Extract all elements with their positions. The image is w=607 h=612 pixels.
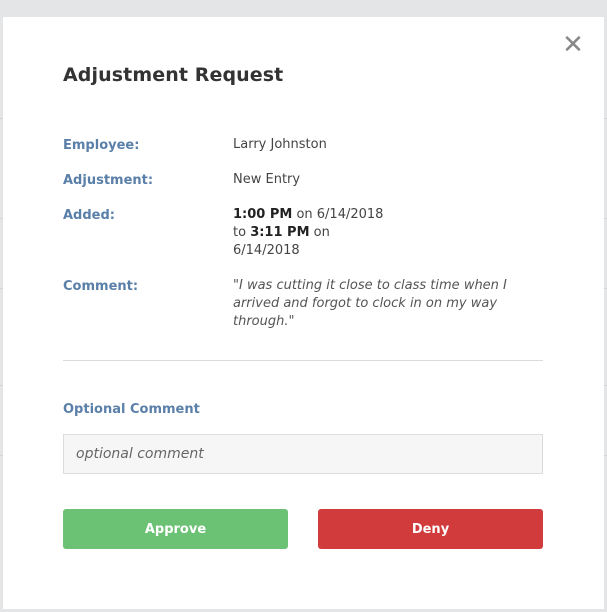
employee-value: Larry Johnston [233, 137, 327, 152]
added-start-date: on 6/14/2018 [292, 207, 384, 222]
modal-title: Adjustment Request [63, 64, 284, 86]
approve-button[interactable]: Approve [63, 509, 288, 549]
added-end-on: on [309, 225, 330, 240]
added-value: 1:00 PM on 6/14/2018 to 3:11 PM on 6/14/… [233, 206, 383, 260]
added-end-time: 3:11 PM [250, 225, 310, 240]
adjustment-value: New Entry [233, 172, 301, 187]
added-end-line: to 3:11 PM on [233, 224, 383, 242]
adjustment-label: Adjustment: [63, 173, 154, 188]
employee-label: Employee: [63, 138, 140, 153]
close-icon[interactable]: ✕ [560, 32, 586, 58]
comment-value: "I was cutting it close to class time wh… [233, 278, 507, 329]
added-label: Added: [63, 208, 115, 223]
added-end-date: 6/14/2018 [233, 243, 300, 258]
optional-comment-label: Optional Comment [63, 402, 200, 417]
added-to-prefix: to [233, 225, 251, 240]
added-start-time: 1:00 PM [233, 207, 293, 222]
optional-comment-input[interactable] [63, 434, 543, 474]
deny-button[interactable]: Deny [318, 509, 543, 549]
section-divider [63, 360, 543, 361]
comment-label: Comment: [63, 279, 139, 294]
added-start-line: 1:00 PM on 6/14/2018 [233, 206, 383, 224]
